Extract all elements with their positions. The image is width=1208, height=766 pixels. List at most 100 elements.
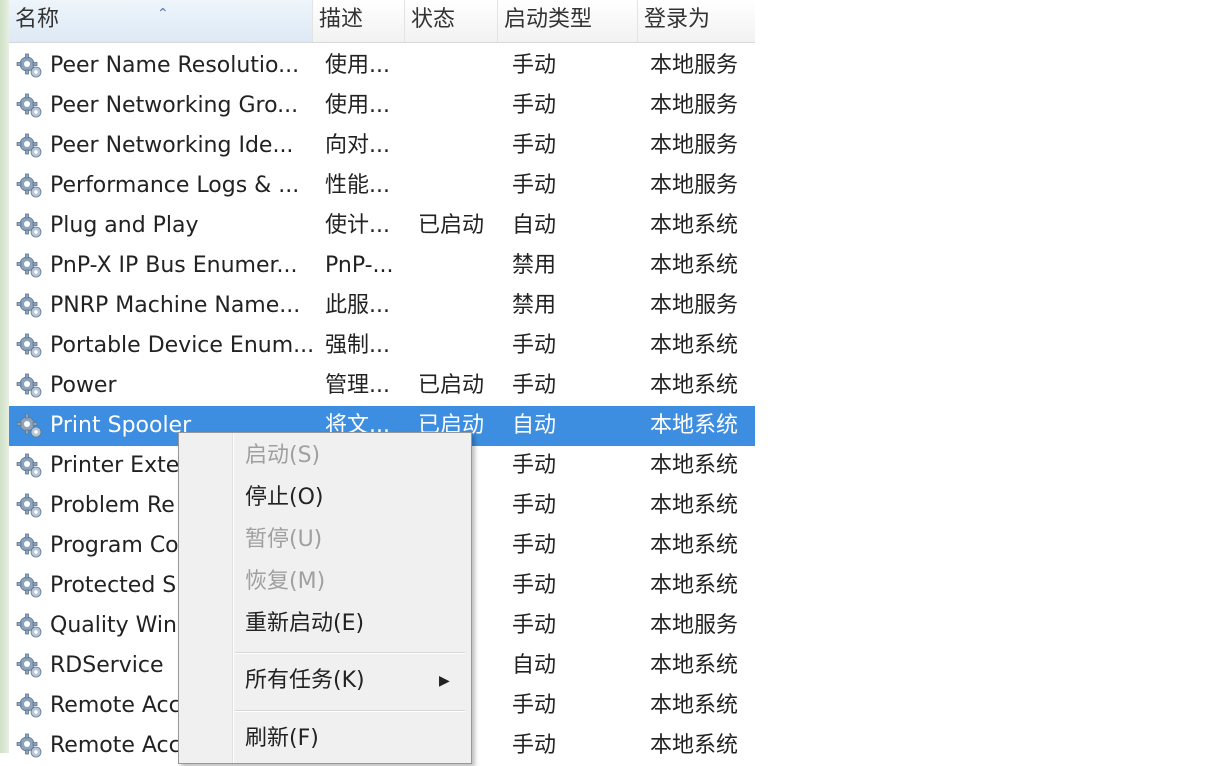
service-gear-icon: [16, 166, 48, 206]
service-log-on-as: 本地系统: [650, 453, 739, 478]
service-description: 性能...: [325, 173, 390, 198]
menu-item-start-label: 启动(S): [245, 443, 321, 468]
service-startup-type: 手动: [512, 573, 557, 598]
service-startup-type: 手动: [512, 173, 557, 198]
left-pane-edge: [0, 0, 9, 753]
menu-item-pause-label: 暂停(U): [245, 527, 323, 552]
service-status: [418, 86, 498, 126]
service-description: 向对...: [325, 133, 390, 158]
service-gear-icon: [16, 86, 48, 126]
service-gear-icon: [16, 46, 48, 86]
service-startup-type: 手动: [512, 373, 557, 398]
service-startup-type: 手动: [512, 613, 557, 638]
menu-item-pause[interactable]: 暂停(U): [179, 520, 471, 560]
service-gear-icon: [16, 126, 48, 166]
service-name: PnP-X IP Bus Enumer...: [50, 253, 298, 278]
menu-item-all-tasks-label: 所有任务(K): [245, 668, 365, 693]
service-description: 强制...: [325, 333, 390, 358]
table-row[interactable]: PnP-X IP Bus Enumer... PnP-... 禁用 本地系统: [9, 246, 755, 286]
table-row[interactable]: Peer Networking Gro... 使用... 手动 本地服务: [9, 86, 755, 126]
menu-item-restart-label: 重新启动(E): [245, 611, 365, 636]
menu-item-restart[interactable]: 重新启动(E): [179, 604, 471, 644]
service-log-on-as: 本地服务: [650, 133, 739, 158]
service-status: 已启动: [418, 213, 485, 238]
service-name: Performance Logs & ...: [50, 173, 300, 198]
menu-item-start[interactable]: 启动(S): [179, 436, 471, 476]
service-name: Plug and Play: [50, 213, 199, 238]
menu-item-resume[interactable]: 恢复(M): [179, 562, 471, 602]
service-startup-type: 禁用: [512, 253, 557, 278]
service-startup-type: 手动: [512, 453, 557, 478]
sort-indicator-icon: ⌃: [157, 6, 169, 22]
service-log-on-as: 本地系统: [650, 653, 739, 678]
service-description: 管理...: [325, 373, 390, 398]
service-name: Power: [50, 373, 117, 398]
table-row[interactable]: Peer Networking Ide... 向对... 手动 本地服务: [9, 126, 755, 166]
column-header-name[interactable]: 名称 ⌃: [9, 0, 313, 42]
table-row[interactable]: Portable Device Enum... 强制... 手动 本地系统: [9, 326, 755, 366]
service-startup-type: 手动: [512, 53, 557, 78]
service-log-on-as: 本地系统: [650, 533, 739, 558]
table-row[interactable]: Plug and Play 使计... 已启动 自动 本地系统: [9, 206, 755, 246]
service-startup-type: 手动: [512, 533, 557, 558]
service-gear-icon: [16, 286, 48, 326]
service-gear-icon: [16, 326, 48, 366]
service-gear-icon: [16, 686, 48, 726]
table-row[interactable]: Power 管理... 已启动 手动 本地系统: [9, 366, 755, 406]
service-name: Peer Networking Ide...: [50, 133, 294, 158]
service-status: [418, 126, 498, 166]
service-startup-type: 手动: [512, 93, 557, 118]
table-row[interactable]: PNRP Machine Name... 此服... 禁用 本地服务: [9, 286, 755, 326]
service-log-on-as: 本地系统: [650, 253, 739, 278]
service-description: 此服...: [325, 293, 390, 318]
column-header-description[interactable]: 描述: [313, 0, 405, 42]
service-name: Peer Networking Gro...: [50, 93, 299, 118]
service-log-on-as: 本地系统: [650, 413, 739, 438]
service-gear-icon: [16, 486, 48, 526]
service-log-on-as: 本地服务: [650, 53, 739, 78]
column-header-log-on-as[interactable]: 登录为: [638, 0, 755, 42]
column-header: 名称 ⌃ 描述 状态 启动类型 登录为: [9, 0, 755, 43]
service-log-on-as: 本地服务: [650, 173, 739, 198]
submenu-arrow-icon: ▶: [439, 673, 450, 689]
service-gear-icon: [16, 366, 48, 406]
service-status: [418, 286, 498, 326]
service-log-on-as: 本地系统: [650, 213, 739, 238]
service-startup-type: 手动: [512, 733, 557, 758]
column-header-status[interactable]: 状态: [405, 0, 498, 42]
menu-separator: [235, 710, 465, 712]
service-log-on-as: 本地系统: [650, 373, 739, 398]
table-row[interactable]: Peer Name Resolutio... 使用... 手动 本地服务: [9, 46, 755, 86]
service-status: [418, 166, 498, 206]
service-startup-type: 自动: [512, 413, 557, 438]
menu-item-stop[interactable]: 停止(O): [179, 478, 471, 518]
service-startup-type: 手动: [512, 333, 557, 358]
service-log-on-as: 本地系统: [650, 733, 739, 758]
service-description: 使计...: [325, 213, 390, 238]
menu-item-all-tasks[interactable]: 所有任务(K) ▶: [179, 661, 471, 701]
service-gear-icon: [16, 606, 48, 646]
service-log-on-as: 本地服务: [650, 613, 739, 638]
menu-item-resume-label: 恢复(M): [245, 569, 326, 594]
service-description: 使用...: [325, 53, 390, 78]
context-menu: 启动(S) 停止(O) 暂停(U) 恢复(M) 重新启动(E) 所有任务(K) ▶…: [178, 432, 472, 764]
service-log-on-as: 本地服务: [650, 293, 739, 318]
service-log-on-as: 本地系统: [650, 333, 739, 358]
service-startup-type: 禁用: [512, 293, 557, 318]
column-header-name-label: 名称: [15, 7, 60, 32]
menu-item-refresh[interactable]: 刷新(F): [179, 719, 471, 759]
service-status: [418, 326, 498, 366]
menu-item-refresh-label: 刷新(F): [245, 726, 319, 751]
service-gear-icon: [16, 206, 48, 246]
service-name: PNRP Machine Name...: [50, 293, 301, 318]
service-status: [418, 46, 498, 86]
table-row[interactable]: Performance Logs & ... 性能... 手动 本地服务: [9, 166, 755, 206]
service-gear-icon: [16, 526, 48, 566]
service-gear-icon: [16, 406, 48, 446]
service-log-on-as: 本地系统: [650, 693, 739, 718]
column-header-startup-type[interactable]: 启动类型: [498, 0, 638, 42]
service-name: Peer Name Resolutio...: [50, 53, 300, 78]
service-log-on-as: 本地系统: [650, 493, 739, 518]
service-startup-type: 自动: [512, 213, 557, 238]
service-startup-type: 手动: [512, 493, 557, 518]
